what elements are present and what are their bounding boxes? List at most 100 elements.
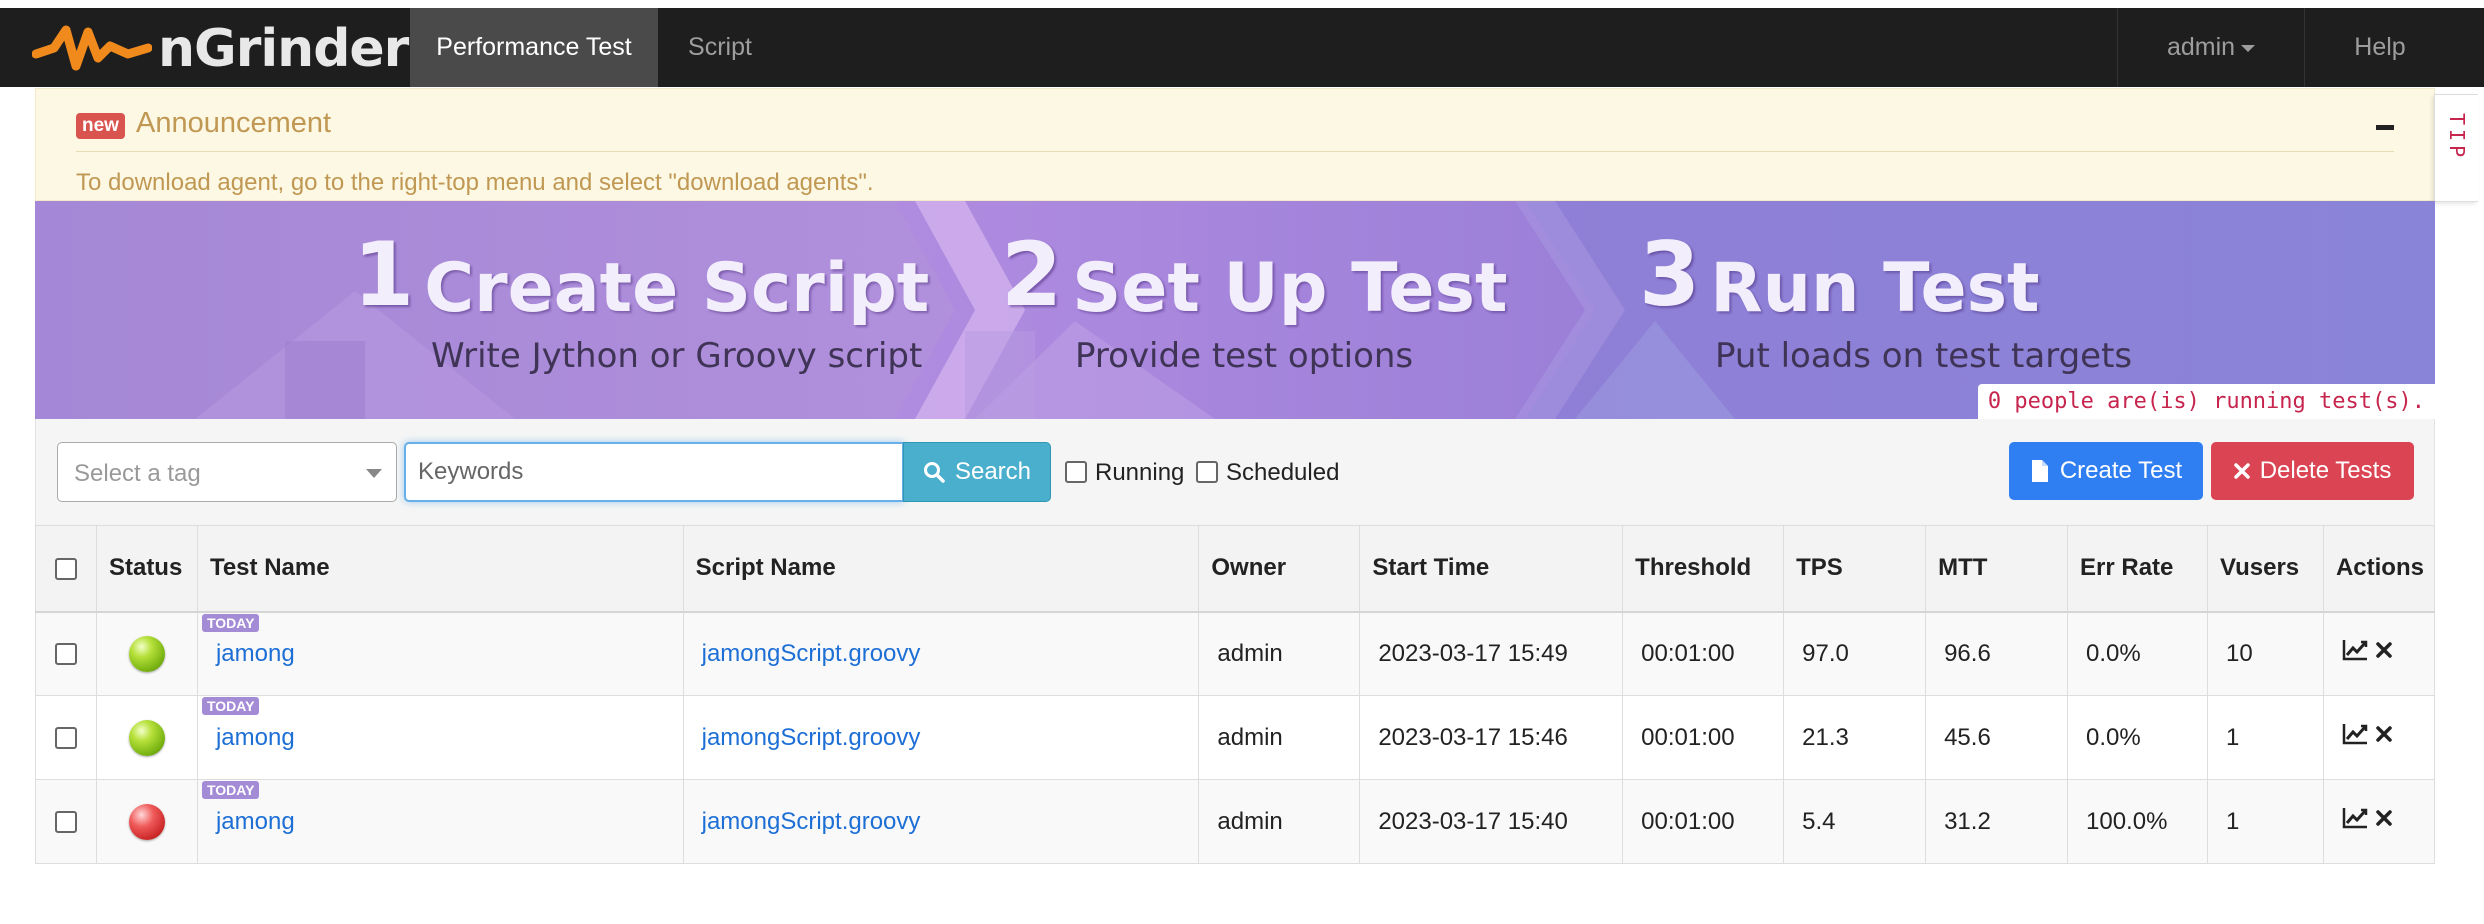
running-label: Running — [1095, 459, 1185, 486]
line-chart-icon[interactable] — [2342, 807, 2368, 829]
column-header-script-name[interactable]: Script Name — [682, 525, 1200, 613]
column-header-tps[interactable]: TPS — [1783, 525, 1927, 613]
row-select-cell — [35, 779, 97, 864]
status-cell — [95, 779, 198, 864]
script-name-cell: jamongScript.groovy — [682, 779, 1200, 864]
threshold-cell: 00:01:00 — [1622, 779, 1785, 864]
select-all-checkbox[interactable] — [54, 557, 77, 580]
row-select-cell — [35, 611, 97, 696]
announcement-panel: new Announcement To download agent, go t… — [35, 88, 2435, 201]
column-header-start-time[interactable]: Start Time — [1359, 525, 1624, 613]
step-1-subtitle: Write Jython or Groovy script — [431, 336, 923, 376]
tps-cell: 21.3 — [1783, 695, 1927, 780]
err-rate-cell: 100.0% — [2067, 779, 2208, 864]
mtt-cell: 31.2 — [1925, 779, 2069, 864]
scheduled-checkbox[interactable] — [1196, 461, 1218, 483]
script-name-link[interactable]: jamongScript.groovy — [702, 808, 921, 835]
status-cell — [95, 611, 198, 696]
step-1: 1 Create Script — [353, 223, 930, 328]
step-title: Run Test — [1710, 249, 2040, 328]
tag-select[interactable]: Select a tag — [57, 442, 397, 502]
search-button[interactable]: Search — [903, 442, 1051, 502]
status-finished-icon[interactable] — [128, 635, 165, 672]
column-header-status: Status — [95, 525, 198, 613]
tab-script[interactable]: Script — [658, 8, 782, 87]
step-2-subtitle: Provide test options — [1075, 336, 1414, 376]
row-select-cell — [35, 695, 97, 780]
delete-icon[interactable] — [2376, 810, 2392, 826]
delete-icon[interactable] — [2376, 642, 2392, 658]
select-all-cell — [35, 525, 97, 613]
ngrinder-wave-icon — [32, 25, 152, 71]
owner-cell: admin — [1198, 695, 1361, 780]
filter-toolbar: Select a tag Search Running Scheduled Cr… — [35, 419, 2435, 525]
err-rate-cell: 0.0% — [2067, 611, 2208, 696]
column-header-err-rate[interactable]: Err Rate — [2067, 525, 2208, 613]
running-checkbox[interactable] — [1065, 461, 1087, 483]
script-name-link[interactable]: jamongScript.groovy — [702, 724, 921, 751]
user-menu[interactable]: admin — [2118, 8, 2304, 87]
start-time-cell: 2023-03-17 15:40 — [1359, 779, 1624, 864]
line-chart-icon[interactable] — [2342, 723, 2368, 745]
divider — [76, 151, 2394, 152]
test-name-cell: TODAY jamong — [196, 695, 684, 780]
search-icon — [923, 462, 945, 483]
user-menu-label: admin — [2166, 33, 2236, 61]
status-cell — [95, 695, 198, 780]
step-number: 3 — [1639, 223, 1701, 326]
delete-tests-button[interactable]: Delete Tests — [2211, 442, 2414, 500]
column-header-test-name[interactable]: Test Name — [196, 525, 684, 613]
tip-tab[interactable]: TIP — [2434, 94, 2478, 202]
delete-icon[interactable] — [2376, 726, 2392, 742]
create-test-button[interactable]: Create Test — [2009, 442, 2203, 500]
row-checkbox[interactable] — [54, 811, 77, 834]
test-name-link[interactable]: jamong — [216, 808, 295, 835]
help-link[interactable]: Help — [2305, 8, 2455, 87]
collapse-icon[interactable] — [2376, 125, 2394, 130]
top-navbar: nGrinder Performance Test Script admin H… — [0, 8, 2484, 87]
test-name-link[interactable]: jamong — [216, 640, 295, 667]
create-test-label: Create Test — [2059, 457, 2183, 484]
announcement-body: To download agent, go to the right-top m… — [76, 169, 874, 196]
step-title: Set Up Test — [1072, 249, 1508, 328]
chevron-down-icon — [366, 469, 382, 478]
owner-cell: admin — [1198, 611, 1361, 696]
script-name-link[interactable]: jamongScript.groovy — [702, 640, 921, 667]
today-badge: TODAY — [201, 613, 260, 632]
today-badge: TODAY — [201, 781, 260, 799]
vusers-cell: 10 — [2206, 611, 2324, 696]
status-finished-icon[interactable] — [128, 719, 165, 756]
column-header-threshold: Threshold — [1622, 525, 1785, 613]
threshold-cell: 00:01:00 — [1622, 695, 1785, 780]
tps-cell: 5.4 — [1783, 779, 1927, 864]
row-checkbox[interactable] — [54, 643, 77, 666]
close-icon — [2233, 463, 2250, 479]
column-header-vusers[interactable]: Vusers — [2206, 525, 2324, 613]
start-time-cell: 2023-03-17 15:49 — [1359, 611, 1624, 696]
column-header-mtt[interactable]: MTT — [1925, 525, 2069, 613]
today-badge: TODAY — [201, 697, 260, 715]
file-icon — [2031, 460, 2048, 482]
step-title: Create Script — [424, 249, 930, 328]
status-error-icon[interactable] — [128, 803, 165, 840]
test-name-link[interactable]: jamong — [216, 724, 295, 751]
table-row: TODAY jamong jamongScript.groovy admin 20… — [35, 611, 2436, 696]
brand-name: nGrinder — [158, 19, 409, 79]
keyword-search-input[interactable] — [404, 442, 904, 502]
tab-performance-test[interactable]: Performance Test — [410, 8, 658, 87]
mtt-cell: 45.6 — [1925, 695, 2069, 780]
line-chart-icon[interactable] — [2342, 639, 2368, 661]
running-tests-notice: 0 people are(is) running test(s). — [1977, 384, 2435, 419]
tps-cell: 97.0 — [1783, 611, 1927, 696]
search-button-label: Search — [954, 458, 1032, 485]
step-number: 2 — [1001, 223, 1063, 326]
script-name-cell: jamongScript.groovy — [682, 695, 1200, 780]
actions-cell — [2322, 779, 2436, 864]
table-row: TODAY jamong jamongScript.groovy admin 20… — [35, 695, 2436, 780]
row-checkbox[interactable] — [54, 727, 77, 750]
script-name-cell: jamongScript.groovy — [682, 611, 1200, 696]
brand-logo[interactable]: nGrinder — [32, 18, 409, 80]
scheduled-label: Scheduled — [1226, 459, 1340, 486]
step-2: 2 Set Up Test — [1001, 223, 1508, 328]
column-header-owner[interactable]: Owner — [1198, 525, 1361, 613]
